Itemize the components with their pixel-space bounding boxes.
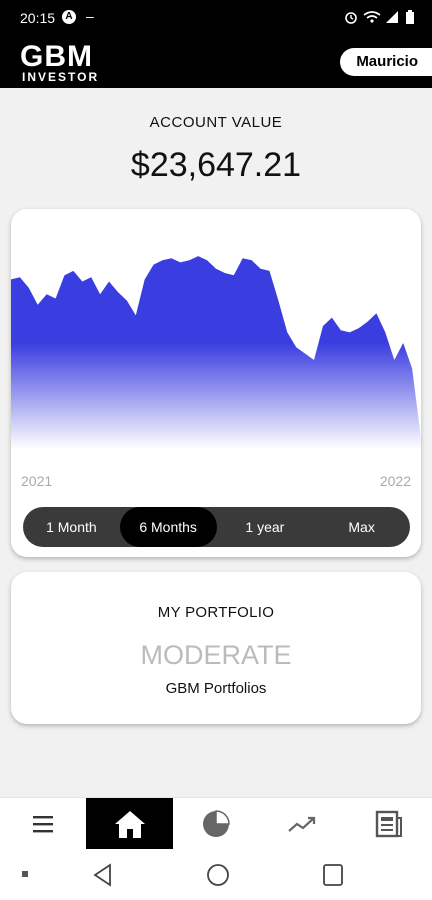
status-dash: – bbox=[86, 8, 94, 24]
nav-portfolio-button[interactable] bbox=[173, 798, 259, 850]
nav-home-button[interactable] bbox=[86, 798, 173, 850]
range-6-months-button[interactable]: 6 Months bbox=[119, 507, 217, 547]
account-value-label: ACCOUNT VALUE bbox=[149, 114, 283, 131]
account-value-amount: $23,647.21 bbox=[130, 146, 302, 184]
alarm-icon bbox=[345, 12, 357, 24]
logo-investor: INVESTOR bbox=[22, 70, 100, 84]
status-bar: 20:15 A – bbox=[0, 0, 432, 36]
nav-menu-button[interactable] bbox=[0, 798, 86, 850]
performance-chart[interactable] bbox=[11, 209, 421, 469]
battery-icon bbox=[406, 10, 414, 24]
nav-market-button[interactable] bbox=[259, 798, 345, 850]
home-circle-icon[interactable] bbox=[206, 863, 230, 887]
wifi-icon bbox=[363, 11, 381, 23]
back-icon[interactable] bbox=[92, 863, 114, 887]
trend-icon bbox=[288, 816, 316, 832]
signal-icon bbox=[386, 11, 398, 23]
chart-card: 2021 2022 1 Month 6 Months 1 year Max bbox=[11, 209, 421, 557]
chart-area-series bbox=[11, 256, 421, 449]
logo-gbm: GBM bbox=[20, 40, 93, 73]
portfolio-card[interactable]: MY PORTFOLIO MODERATE GBM Portfolios bbox=[11, 572, 421, 724]
recent-apps-icon[interactable] bbox=[22, 871, 30, 879]
overview-icon[interactable] bbox=[322, 863, 344, 887]
range-max-button[interactable]: Max bbox=[313, 507, 410, 547]
a-badge-icon: A bbox=[62, 10, 76, 24]
status-time: 20:15 bbox=[20, 10, 56, 26]
range-selector: 1 Month 6 Months 1 year Max bbox=[23, 507, 410, 547]
x-label-start: 2021 bbox=[21, 473, 53, 489]
x-label-end: 2022 bbox=[379, 473, 411, 489]
menu-icon bbox=[33, 816, 54, 833]
portfolio-type: MODERATE bbox=[140, 640, 292, 670]
news-icon bbox=[375, 810, 402, 838]
home-icon bbox=[114, 811, 145, 838]
portfolio-title: MY PORTFOLIO bbox=[157, 604, 275, 621]
system-icons bbox=[344, 10, 422, 27]
user-profile-button[interactable]: Mauricio bbox=[340, 48, 432, 76]
bottom-navigation bbox=[0, 797, 432, 850]
range-1-month-button[interactable]: 1 Month bbox=[23, 507, 120, 547]
portfolio-subtitle: GBM Portfolios bbox=[165, 680, 267, 697]
app-header: GBM INVESTOR Mauricio bbox=[0, 36, 432, 88]
range-1-year-button[interactable]: 1 year bbox=[217, 507, 314, 547]
pie-chart-icon bbox=[203, 810, 230, 837]
android-nav-bar bbox=[0, 849, 432, 900]
nav-news-button[interactable] bbox=[346, 798, 432, 850]
